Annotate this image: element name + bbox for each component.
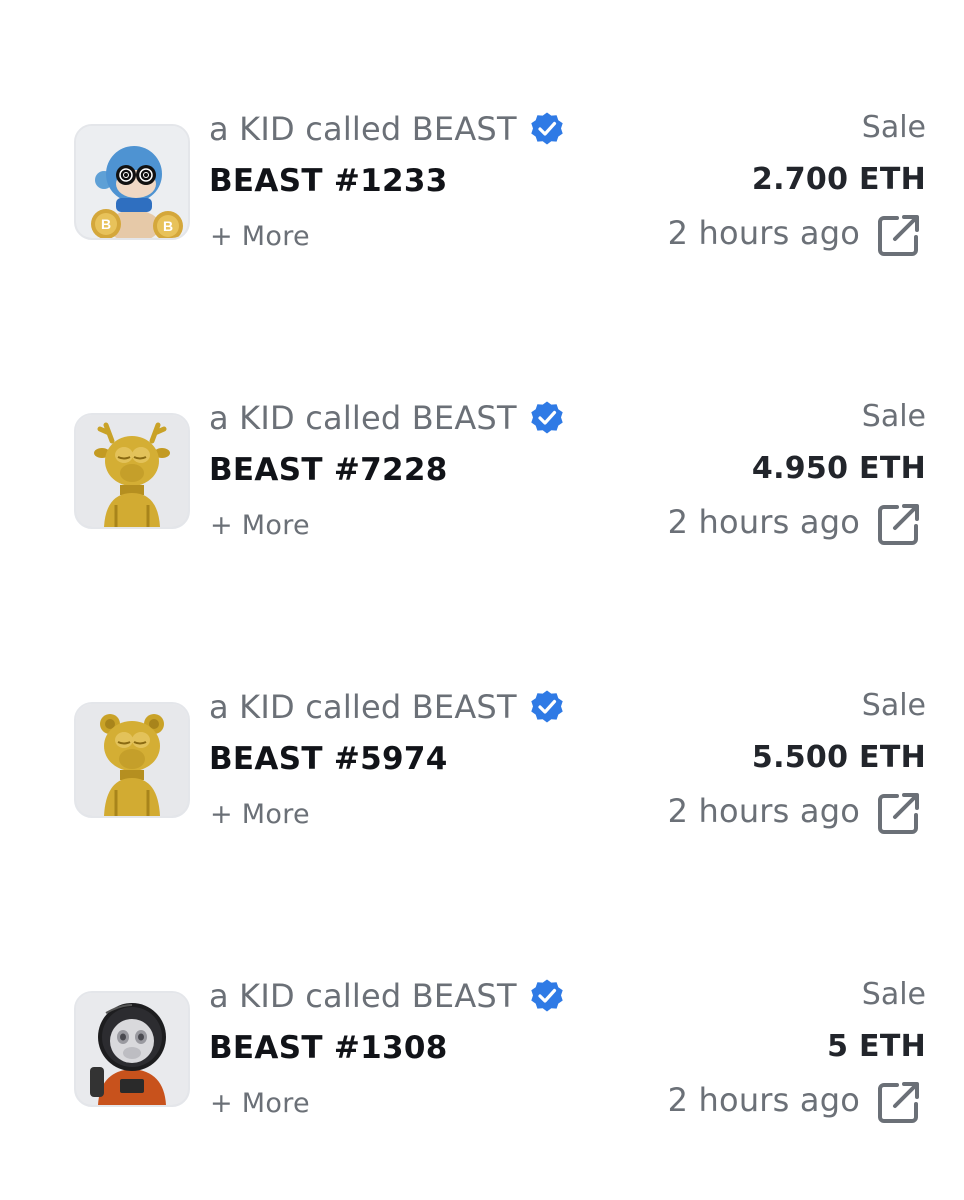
timestamp: 2 hours ago bbox=[667, 214, 860, 252]
activity-row[interactable]: a KID called BEAST BEAST #7228 + More Sa… bbox=[0, 397, 964, 557]
collection-label: a KID called BEAST bbox=[209, 688, 517, 726]
gold-bear-beast-icon bbox=[76, 704, 188, 816]
more-link[interactable]: + More bbox=[210, 1088, 310, 1119]
svg-text:B: B bbox=[101, 216, 111, 232]
collection-name[interactable]: a KID called BEAST bbox=[209, 110, 565, 148]
astronaut-beast-icon bbox=[76, 993, 188, 1105]
token-name[interactable]: BEAST #1308 bbox=[209, 1030, 448, 1066]
event-type: Sale bbox=[861, 110, 926, 145]
gold-beast-icon bbox=[76, 415, 188, 527]
nft-thumbnail[interactable] bbox=[74, 702, 190, 818]
activity-row[interactable]: B B a KID called BEAST BEAST #1233 + Mor… bbox=[0, 108, 964, 268]
verified-badge-icon bbox=[529, 978, 565, 1014]
external-link-icon[interactable] bbox=[876, 212, 922, 258]
token-name[interactable]: BEAST #5974 bbox=[209, 741, 448, 777]
collection-label: a KID called BEAST bbox=[209, 110, 517, 148]
token-name[interactable]: BEAST #7228 bbox=[209, 452, 448, 488]
activity-row[interactable]: a KID called BEAST BEAST #5974 + More Sa… bbox=[0, 686, 964, 846]
nft-thumbnail[interactable]: B B bbox=[74, 124, 190, 240]
sale-price: 2.700 ETH bbox=[751, 162, 926, 197]
external-link-icon[interactable] bbox=[876, 790, 922, 836]
collection-name[interactable]: a KID called BEAST bbox=[209, 688, 565, 726]
nft-thumbnail[interactable] bbox=[74, 413, 190, 529]
external-link-icon[interactable] bbox=[876, 501, 922, 547]
event-type: Sale bbox=[861, 399, 926, 434]
verified-badge-icon bbox=[529, 400, 565, 436]
verified-badge-icon bbox=[529, 111, 565, 147]
collection-label: a KID called BEAST bbox=[209, 977, 517, 1015]
activity-list: B B a KID called BEAST BEAST #1233 + Mor… bbox=[0, 0, 964, 1200]
sale-price: 4.950 ETH bbox=[751, 451, 926, 486]
timestamp: 2 hours ago bbox=[667, 792, 860, 830]
more-link[interactable]: + More bbox=[210, 221, 310, 252]
more-link[interactable]: + More bbox=[210, 510, 310, 541]
timestamp: 2 hours ago bbox=[667, 503, 860, 541]
timestamp: 2 hours ago bbox=[667, 1081, 860, 1119]
sale-price: 5 ETH bbox=[827, 1029, 926, 1064]
blue-beast-icon: B B bbox=[76, 126, 188, 238]
token-name[interactable]: BEAST #1233 bbox=[209, 163, 448, 199]
activity-row[interactable]: a KID called BEAST BEAST #1308 + More Sa… bbox=[0, 975, 964, 1135]
collection-name[interactable]: a KID called BEAST bbox=[209, 399, 565, 437]
collection-label: a KID called BEAST bbox=[209, 399, 517, 437]
sale-price: 5.500 ETH bbox=[751, 740, 926, 775]
more-link[interactable]: + More bbox=[210, 799, 310, 830]
collection-name[interactable]: a KID called BEAST bbox=[209, 977, 565, 1015]
nft-thumbnail[interactable] bbox=[74, 991, 190, 1107]
svg-text:B: B bbox=[163, 218, 173, 234]
event-type: Sale bbox=[861, 688, 926, 723]
event-type: Sale bbox=[861, 977, 926, 1012]
external-link-icon[interactable] bbox=[876, 1079, 922, 1125]
verified-badge-icon bbox=[529, 689, 565, 725]
